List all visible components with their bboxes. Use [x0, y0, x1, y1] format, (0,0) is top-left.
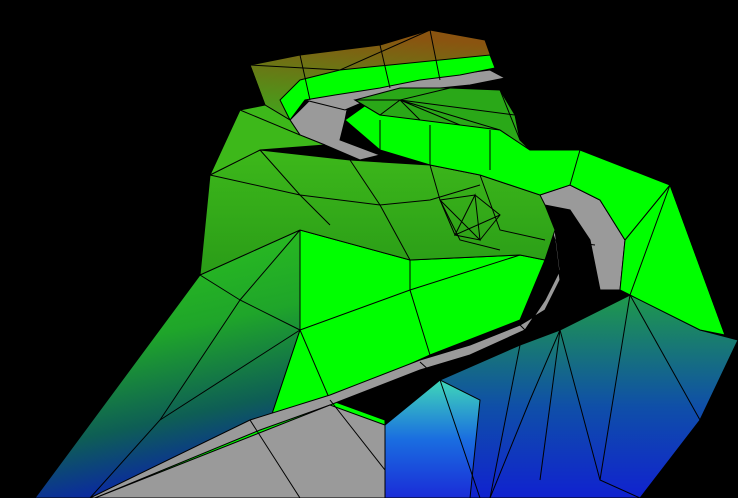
terrain-mesh: [34, 29, 738, 498]
terrain-viewport[interactable]: [0, 0, 738, 498]
